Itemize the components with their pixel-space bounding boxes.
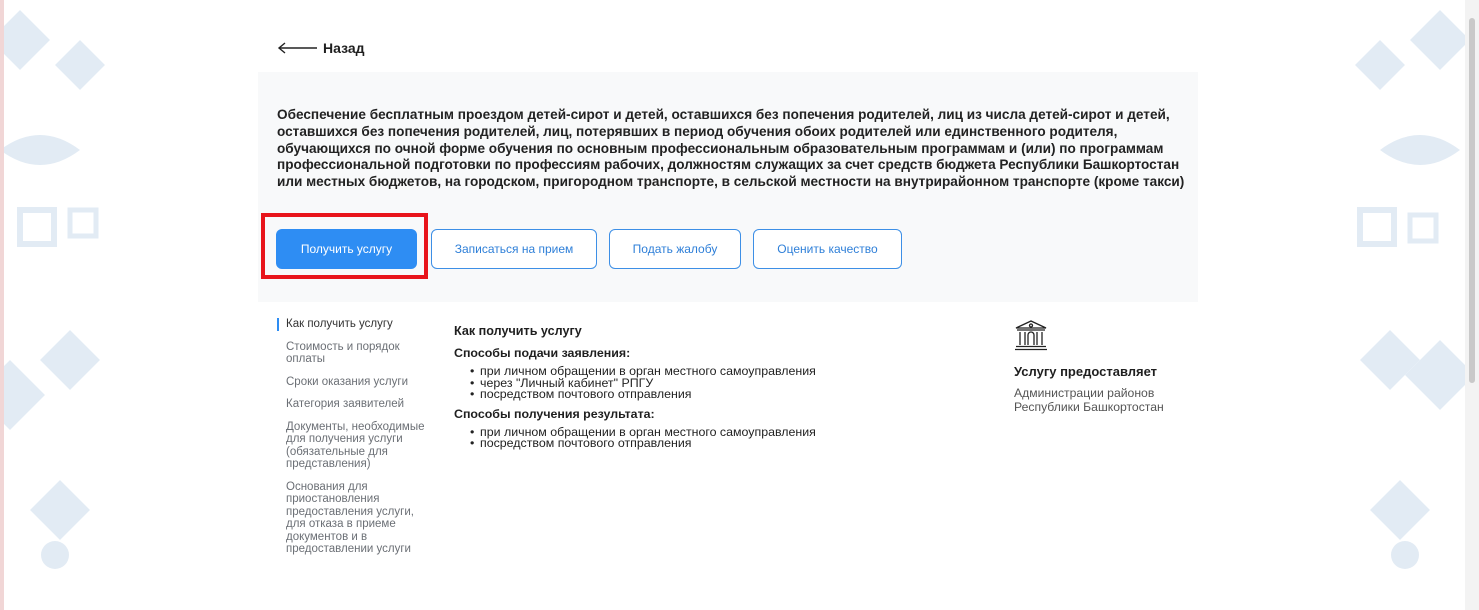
back-label: Назад [323,40,365,56]
sidebar-item-how-to-get[interactable]: Как получить услугу [277,318,429,331]
rate-quality-button[interactable]: Оценить качество [753,229,902,269]
service-title: Обеспечение бесплатным проездом детей-си… [277,107,1185,190]
government-building-icon [1015,320,1047,351]
service-sections-nav: Как получить услугу Стоимость и порядок … [277,318,429,566]
sidebar-item-applicants[interactable]: Категория заявителей [277,398,429,411]
submit-methods-list: при личном обращении в орган местного са… [454,365,974,401]
sidebar-item-refusal-grounds[interactable]: Основания для приостановления предоставл… [277,481,429,556]
sidebar-item-cost[interactable]: Стоимость и порядок оплаты [277,341,429,366]
right-ornament [1350,0,1465,610]
back-link[interactable]: Назад [277,40,365,56]
provider-title: Услугу предоставляет [1014,364,1158,379]
result-methods-list: при личном обращении в орган местного са… [454,426,974,450]
page-scrollbar[interactable] [1465,0,1479,610]
ornament-pattern-right [1355,10,1465,569]
complaint-button[interactable]: Подать жалобу [609,229,741,269]
get-service-button[interactable]: Получить услугу [276,229,417,269]
appointment-button[interactable]: Записаться на прием [431,229,597,269]
sidebar-item-documents[interactable]: Документы, необходимые для получения усл… [277,421,429,471]
result-methods-heading: Способы получения результата: [454,406,655,421]
list-item: посредством почтового отправления [470,388,974,401]
provider-org: Администрации районов Республики Башкорт… [1014,386,1164,414]
ornament-pattern-left [0,10,105,569]
how-to-get-section: Как получить услугу Способы подачи заявл… [454,324,974,456]
left-ornament [0,0,115,610]
sidebar-item-terms[interactable]: Сроки оказания услуги [277,376,429,389]
scrollbar-thumb[interactable] [1469,18,1475,383]
provider-block: Услугу предоставляет Администрации район… [1014,319,1214,414]
submit-methods-heading: Способы подачи заявления: [454,346,631,360]
arrow-left-icon [277,42,317,54]
list-item: посредством почтового отправления [470,437,974,450]
section-heading: Как получить услугу [454,324,582,338]
